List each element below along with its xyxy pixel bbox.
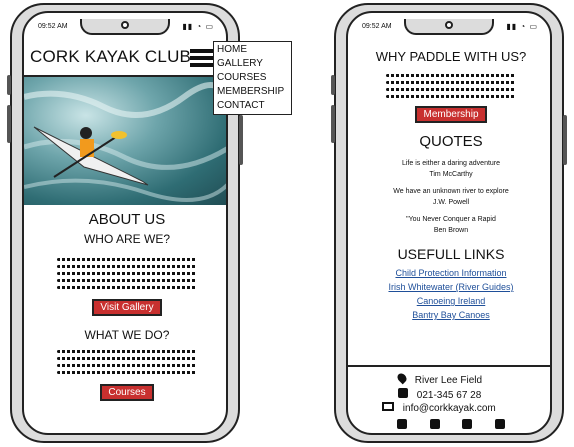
- courses-button[interactable]: Courses: [100, 384, 154, 401]
- nav-item-courses[interactable]: COURSES: [217, 71, 288, 85]
- quote-author: Tim McCarthy: [429, 171, 473, 178]
- quote-author: Ben Brown: [433, 227, 469, 234]
- nav-item-gallery[interactable]: GALLERY: [217, 57, 288, 71]
- link-bantry-bay[interactable]: Bantry Bay Canoes: [348, 310, 550, 320]
- camera-icon: [445, 21, 453, 29]
- side-button: [239, 115, 243, 165]
- about-section: ABOUT US WHO ARE WE? Visit Gallery WHAT …: [24, 211, 226, 401]
- footer-email[interactable]: info@corkkayak.com: [403, 403, 496, 414]
- social-icons: [348, 419, 550, 432]
- why-heading: WHY PADDLE WITH US?: [375, 49, 527, 64]
- quote-text: Life is either a daring adventure: [401, 160, 501, 167]
- left-phone-screen: 09:52 AM ▮▮ ◔ ▭ CORK KAYAK CLUB ABOUT US…: [22, 11, 228, 435]
- kayaker-illustration: [24, 82, 226, 202]
- signal-wifi-battery-icon: ▮▮ ◔ ▭: [182, 22, 214, 31]
- what-text-placeholder: [24, 350, 226, 374]
- quote-text: "You Never Conquer a Rapid: [406, 216, 496, 223]
- link-canoeing-ireland[interactable]: Canoeing Ireland: [348, 296, 550, 306]
- what-heading: WHAT WE DO?: [84, 328, 170, 342]
- location-pin-icon: [395, 371, 409, 385]
- signal-wifi-battery-icon: ▮▮ ◔ ▭: [506, 22, 538, 31]
- footer-phone[interactable]: 021-345 67 28: [417, 390, 482, 401]
- status-bar: 09:52 AM ▮▮ ◔ ▭: [348, 19, 550, 35]
- site-footer: River Lee Field 021-345 67 28 info@corkk…: [348, 365, 550, 433]
- side-button: [7, 75, 11, 95]
- envelope-icon: [382, 402, 394, 411]
- links-list: Child Protection Information Irish White…: [348, 268, 550, 320]
- link-irish-whitewater[interactable]: Irish Whitewater (River Guides): [348, 282, 550, 292]
- site-title[interactable]: CORK KAYAK CLUB: [30, 47, 191, 67]
- visit-gallery-button[interactable]: Visit Gallery: [92, 299, 162, 316]
- who-text-placeholder: [24, 258, 226, 289]
- phone-icon: [398, 388, 408, 398]
- membership-button[interactable]: Membership: [415, 106, 487, 123]
- quotes-heading: QUOTES: [419, 133, 483, 150]
- status-time: 09:52 AM: [362, 23, 392, 30]
- status-time: 09:52 AM: [38, 23, 68, 30]
- link-child-protection[interactable]: Child Protection Information: [348, 268, 550, 278]
- instagram-icon[interactable]: [462, 419, 473, 429]
- side-button: [331, 75, 335, 95]
- right-phone-frame: 09:52 AM ▮▮ ◔ ▭ WHY PADDLE WITH US? Memb…: [331, 3, 567, 443]
- right-phone-screen: 09:52 AM ▮▮ ◔ ▭ WHY PADDLE WITH US? Memb…: [346, 11, 552, 435]
- who-heading: WHO ARE WE?: [83, 232, 170, 246]
- hero-kayak-image: [24, 77, 226, 205]
- status-bar: 09:52 AM ▮▮ ◔ ▭: [24, 19, 226, 35]
- about-heading: ABOUT US: [88, 211, 166, 228]
- left-phone-frame: 09:52 AM ▮▮ ◔ ▭ CORK KAYAK CLUB ABOUT US…: [7, 3, 243, 443]
- camera-icon: [121, 21, 129, 29]
- quotes-list: Life is either a daring adventure Tim Mc…: [348, 158, 550, 236]
- links-heading: USEFULL LINKS: [397, 246, 505, 262]
- side-button: [7, 105, 11, 143]
- side-button: [331, 105, 335, 143]
- why-text-placeholder: [348, 74, 550, 98]
- facebook-icon[interactable]: [396, 419, 407, 429]
- quote-author: J.W. Powell: [432, 199, 470, 206]
- nav-item-home[interactable]: HOME: [217, 43, 288, 57]
- nav-item-membership[interactable]: MEMBERSHIP: [217, 85, 288, 99]
- footer-address: River Lee Field: [414, 375, 483, 386]
- quote-text: We have an unknown river to explore: [393, 188, 509, 195]
- side-button: [563, 115, 567, 165]
- twitter-icon[interactable]: [429, 419, 440, 429]
- nav-item-contact[interactable]: CONTACT: [217, 99, 288, 113]
- nav-dropdown-menu: HOME GALLERY COURSES MEMBERSHIP CONTACT: [213, 41, 292, 115]
- site-header: CORK KAYAK CLUB: [24, 41, 226, 77]
- youtube-icon[interactable]: [495, 419, 506, 429]
